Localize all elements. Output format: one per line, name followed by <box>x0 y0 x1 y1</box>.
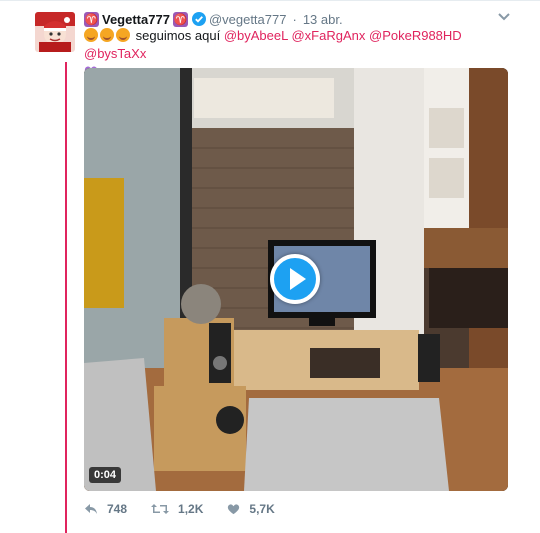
retweet-icon <box>151 504 170 514</box>
like-count: 5,7K <box>249 502 275 516</box>
mention-link[interactable]: @xFaRgAnx <box>291 28 365 43</box>
smiling-face-icon <box>100 28 114 42</box>
video-player[interactable]: 0:04 <box>84 68 508 491</box>
smiling-face-icon <box>116 28 130 42</box>
tweet-date[interactable]: 13 abr. <box>303 12 343 27</box>
retweet-count: 1,2K <box>178 502 204 516</box>
user-handle[interactable]: @vegetta777 <box>209 12 287 27</box>
tweet-actions: 748 1,2K 5,7K <box>84 500 299 518</box>
aries-sign-icon: ♈ <box>84 11 99 27</box>
like-action[interactable]: 5,7K <box>227 502 275 516</box>
display-name[interactable]: Vegetta777 <box>102 12 170 27</box>
mention-link[interactable]: @PokeR988HD <box>369 28 462 43</box>
smiling-face-icon <box>84 28 98 42</box>
video-duration: 0:04 <box>89 467 122 483</box>
heart-icon <box>228 504 240 515</box>
aries-sign-icon: ♈ <box>172 11 188 27</box>
play-button[interactable] <box>270 254 320 304</box>
mention-link[interactable]: @bysTaXx <box>84 46 146 61</box>
divider <box>0 0 540 1</box>
mention-link[interactable]: @byAbeeL <box>224 28 288 43</box>
retweet-action[interactable]: 1,2K <box>151 502 203 516</box>
reply-action[interactable]: 748 <box>84 502 127 516</box>
thread-line <box>65 62 67 533</box>
tweet-body: seguimos aquí <box>135 28 221 43</box>
separator: · <box>292 11 297 27</box>
verified-badge-icon <box>191 12 206 26</box>
tweet-card: ♈ Vegetta777 ♈ @vegetta777 · 13 abr. seg… <box>0 0 540 533</box>
chevron-down-icon[interactable] <box>496 10 512 24</box>
reply-count: 748 <box>107 502 128 516</box>
tweet-header: ♈ Vegetta777 ♈ @vegetta777 · 13 abr. <box>84 10 343 28</box>
reply-icon <box>85 504 97 514</box>
avatar[interactable] <box>35 12 75 52</box>
